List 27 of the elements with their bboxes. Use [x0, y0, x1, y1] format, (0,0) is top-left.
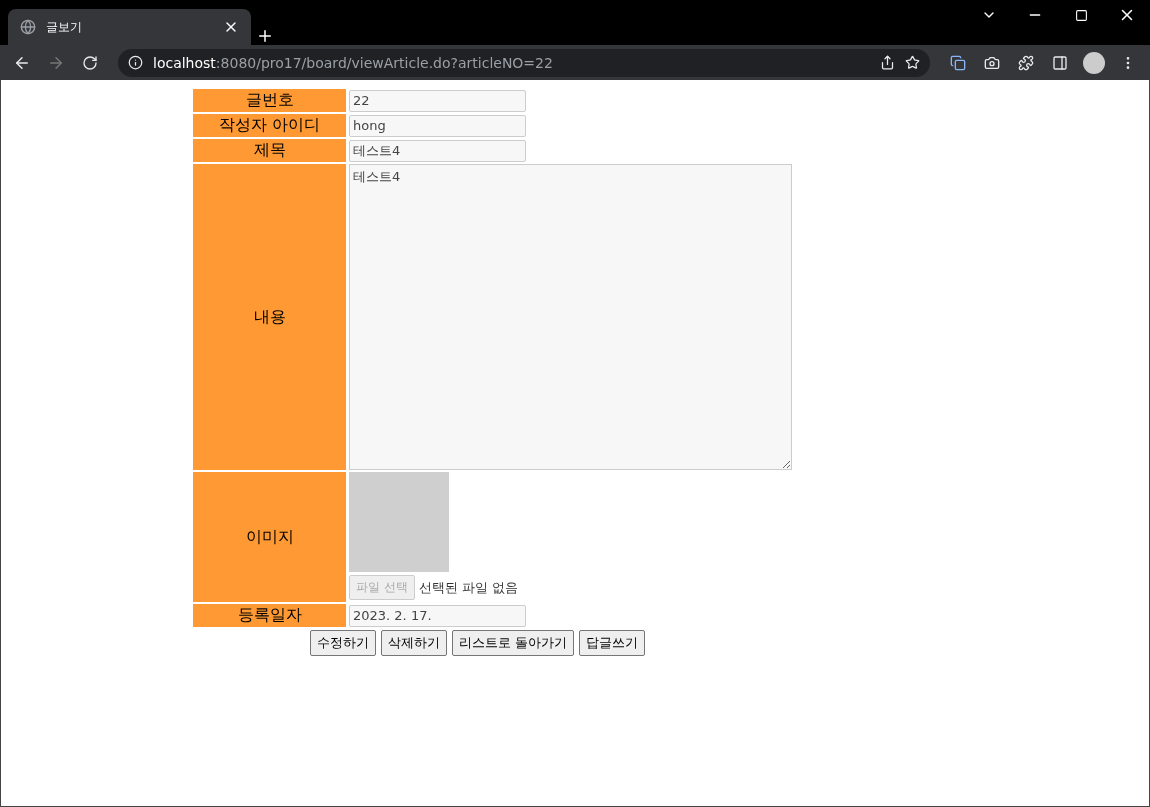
info-icon[interactable]: [128, 55, 143, 70]
field-label: 작성자 아이디: [193, 114, 346, 137]
field-label: 글번호: [193, 89, 346, 112]
reload-icon[interactable]: [82, 54, 98, 71]
camera-icon[interactable]: [984, 54, 1000, 71]
side-panel-icon[interactable]: [1052, 54, 1068, 71]
field-label: 이미지: [193, 472, 346, 602]
field-label: 제목: [193, 139, 346, 162]
action-button[interactable]: 수정하기: [309, 630, 376, 656]
puzzle-icon[interactable]: [1018, 54, 1034, 71]
address-bar[interactable]: localhost:8080/pro17/board/viewArticle.do?articleNO=22: [118, 48, 930, 77]
url-text: localhost:8080/pro17/board/viewArticle.do?articleNO=22: [153, 54, 554, 71]
action-button[interactable]: 삭제하기: [380, 630, 447, 656]
file-status: 선택된 파일 없음: [418, 578, 519, 597]
pages-icon[interactable]: [950, 54, 966, 71]
action-button[interactable]: 답글쓰기: [579, 630, 646, 656]
new-tab-icon[interactable]: [256, 27, 274, 45]
star-icon[interactable]: [905, 55, 920, 70]
action-button[interactable]: 리스트로 돌아가기: [451, 630, 575, 656]
globe-icon: [20, 19, 36, 35]
maximize-icon[interactable]: [1074, 8, 1088, 22]
field-label: 내용: [193, 164, 346, 470]
avatar-icon[interactable]: [1083, 51, 1105, 74]
share-icon[interactable]: [880, 55, 895, 70]
browser-tab[interactable]: 글보기: [8, 9, 251, 45]
field-label: 등록일자: [193, 604, 346, 627]
tab-title: 글보기: [46, 18, 83, 36]
